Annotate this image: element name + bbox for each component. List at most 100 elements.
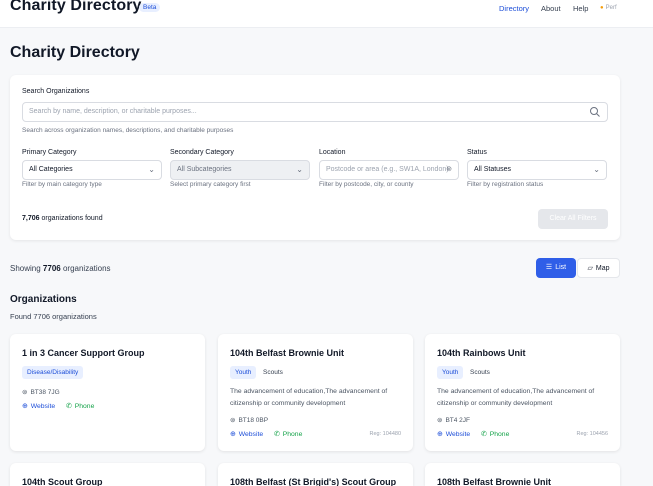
showing-count: Showing 7706 organizations <box>10 264 111 273</box>
secondary-tag: Scouts <box>258 366 288 379</box>
card-location: ⊚ BT18 0BP <box>230 416 268 424</box>
brand-title[interactable]: Charity Directory <box>10 0 142 15</box>
card-location: ⊚ BT4 2JF <box>437 416 470 424</box>
registration-number: Reg: 104480 <box>369 431 402 437</box>
phone-label: Phone <box>74 403 95 410</box>
organizations-found-count: 7,706 organizations found <box>22 215 103 222</box>
card-title[interactable]: 104th Belfast Brownie Unit <box>230 348 344 358</box>
website-link[interactable]: ⊕ Website <box>437 430 470 438</box>
list-view-button[interactable]: ☰ List <box>536 258 576 278</box>
card-postcode: BT18 0BP <box>238 417 269 424</box>
phone-icon: ✆ <box>66 403 72 410</box>
perf-toggle[interactable]: ● Perf <box>600 5 617 11</box>
search-input[interactable]: Search by name, description, or charitab… <box>22 102 608 122</box>
showing-number: 7706 <box>42 264 61 273</box>
organization-card[interactable]: 104th Scout Group <box>10 463 205 486</box>
primary-category-select[interactable]: All Categories ⌄ <box>22 160 162 180</box>
search-label: Search Organizations <box>22 88 90 95</box>
phone-link[interactable]: ✆ Phone <box>274 430 302 438</box>
card-location: ⊚ BT38 7JG <box>22 388 60 396</box>
section-subtitle: Found 7706 organizations <box>10 312 97 321</box>
top-navigation-bar: Charity Directory Beta Directory About H… <box>0 0 653 28</box>
website-link[interactable]: ⊕ Website <box>230 430 263 438</box>
nav-directory[interactable]: Directory <box>499 4 529 13</box>
page-title: Charity Directory <box>10 44 140 61</box>
card-title[interactable]: 1 in 3 Cancer Support Group <box>22 348 145 358</box>
search-icon[interactable] <box>589 106 601 118</box>
map-view-button[interactable]: ▱ Map <box>577 258 620 278</box>
organization-card[interactable]: 104th Belfast Brownie Unit Youth Scouts … <box>218 334 413 451</box>
phone-label: Phone <box>489 431 510 438</box>
location-pin-icon: ⊚ <box>230 417 236 424</box>
secondary-category-value: All Subcategories <box>177 166 232 173</box>
phone-label: Phone <box>282 431 303 438</box>
status-label: Status <box>467 149 487 156</box>
website-label: Website <box>445 431 471 438</box>
secondary-tag: Scouts <box>465 366 495 379</box>
primary-category-value: All Categories <box>29 166 73 173</box>
found-suffix: organizations found <box>41 215 103 222</box>
status-help: Filter by registration status <box>467 181 544 188</box>
status-value: All Statuses <box>474 166 511 173</box>
beta-badge: Beta <box>139 3 161 12</box>
chevron-down-icon: ⌄ <box>296 165 303 174</box>
card-title[interactable]: 104th Scout Group <box>22 477 103 486</box>
location-help: Filter by postcode, city, or county <box>319 181 414 188</box>
card-postcode: BT4 2JF <box>445 417 471 424</box>
clear-filters-button[interactable]: Clear All Filters <box>538 209 608 229</box>
found-number: 7,706 <box>22 215 40 222</box>
secondary-category-select[interactable]: All Subcategories ⌄ <box>170 160 310 180</box>
globe-icon: ⊕ <box>230 431 236 438</box>
card-description: The advancement of education,The advance… <box>230 388 388 407</box>
status-select[interactable]: All Statuses ⌄ <box>467 160 607 180</box>
location-label: Location <box>319 149 346 156</box>
card-postcode: BT38 7JG <box>30 389 60 396</box>
location-pin-icon: ⊚ <box>437 417 443 424</box>
nav-about[interactable]: About <box>541 4 561 13</box>
primary-tag: Disease/Disability <box>22 366 84 379</box>
chevron-down-icon: ⌄ <box>148 165 155 174</box>
perf-label: Perf <box>605 5 617 11</box>
primary-tag: Youth <box>437 366 464 379</box>
card-title[interactable]: 104th Rainbows Unit <box>437 348 526 358</box>
search-help: Search across organization names, descri… <box>22 127 234 134</box>
list-view-label: List <box>555 264 567 271</box>
phone-icon: ✆ <box>274 431 280 438</box>
primary-category-help: Filter by main category type <box>22 181 102 188</box>
location-pin-icon: ⊚ <box>446 166 452 173</box>
location-placeholder: Postcode or area (e.g., SW1A, London) <box>326 166 449 173</box>
location-input[interactable]: Postcode or area (e.g., SW1A, London) ⊚ <box>319 160 459 180</box>
globe-icon: ⊕ <box>437 431 443 438</box>
card-title[interactable]: 108th Belfast (St Brigid's) Scout Group <box>230 477 396 486</box>
list-icon: ☰ <box>545 264 553 271</box>
organization-card[interactable]: 108th Belfast (St Brigid's) Scout Group <box>218 463 413 486</box>
website-label: Website <box>30 403 56 410</box>
website-label: Website <box>238 431 264 438</box>
registration-number: Reg: 104456 <box>576 431 609 437</box>
secondary-category-label: Secondary Category <box>170 149 234 156</box>
location-pin-icon: ⊚ <box>22 389 28 396</box>
phone-link[interactable]: ✆ Phone <box>481 430 509 438</box>
map-icon: ▱ <box>587 265 593 272</box>
globe-icon: ⊕ <box>22 403 28 410</box>
perf-dot-icon: ● <box>600 5 604 11</box>
secondary-category-help: Select primary category first <box>170 181 251 188</box>
primary-tag: Youth <box>230 366 257 379</box>
showing-suffix: organizations <box>62 264 111 273</box>
phone-icon: ✆ <box>481 431 487 438</box>
organization-card[interactable]: 108th Belfast Brownie Unit <box>425 463 620 486</box>
organization-card[interactable]: 104th Rainbows Unit Youth Scouts The adv… <box>425 334 620 451</box>
card-title[interactable]: 108th Belfast Brownie Unit <box>437 477 551 486</box>
search-placeholder: Search by name, description, or charitab… <box>29 108 197 115</box>
organization-card[interactable]: 1 in 3 Cancer Support Group Disease/Disa… <box>10 334 205 451</box>
chevron-down-icon: ⌄ <box>593 165 600 174</box>
map-view-label: Map <box>595 265 610 272</box>
section-title: Organizations <box>10 294 77 305</box>
filters-panel: Search Organizations Search by name, des… <box>10 75 620 240</box>
phone-link[interactable]: ✆ Phone <box>66 402 94 410</box>
card-description: The advancement of education,The advance… <box>437 388 595 407</box>
nav-help[interactable]: Help <box>573 4 588 13</box>
showing-prefix: Showing <box>10 264 41 273</box>
primary-category-label: Primary Category <box>22 149 77 156</box>
website-link[interactable]: ⊕ Website <box>22 402 55 410</box>
